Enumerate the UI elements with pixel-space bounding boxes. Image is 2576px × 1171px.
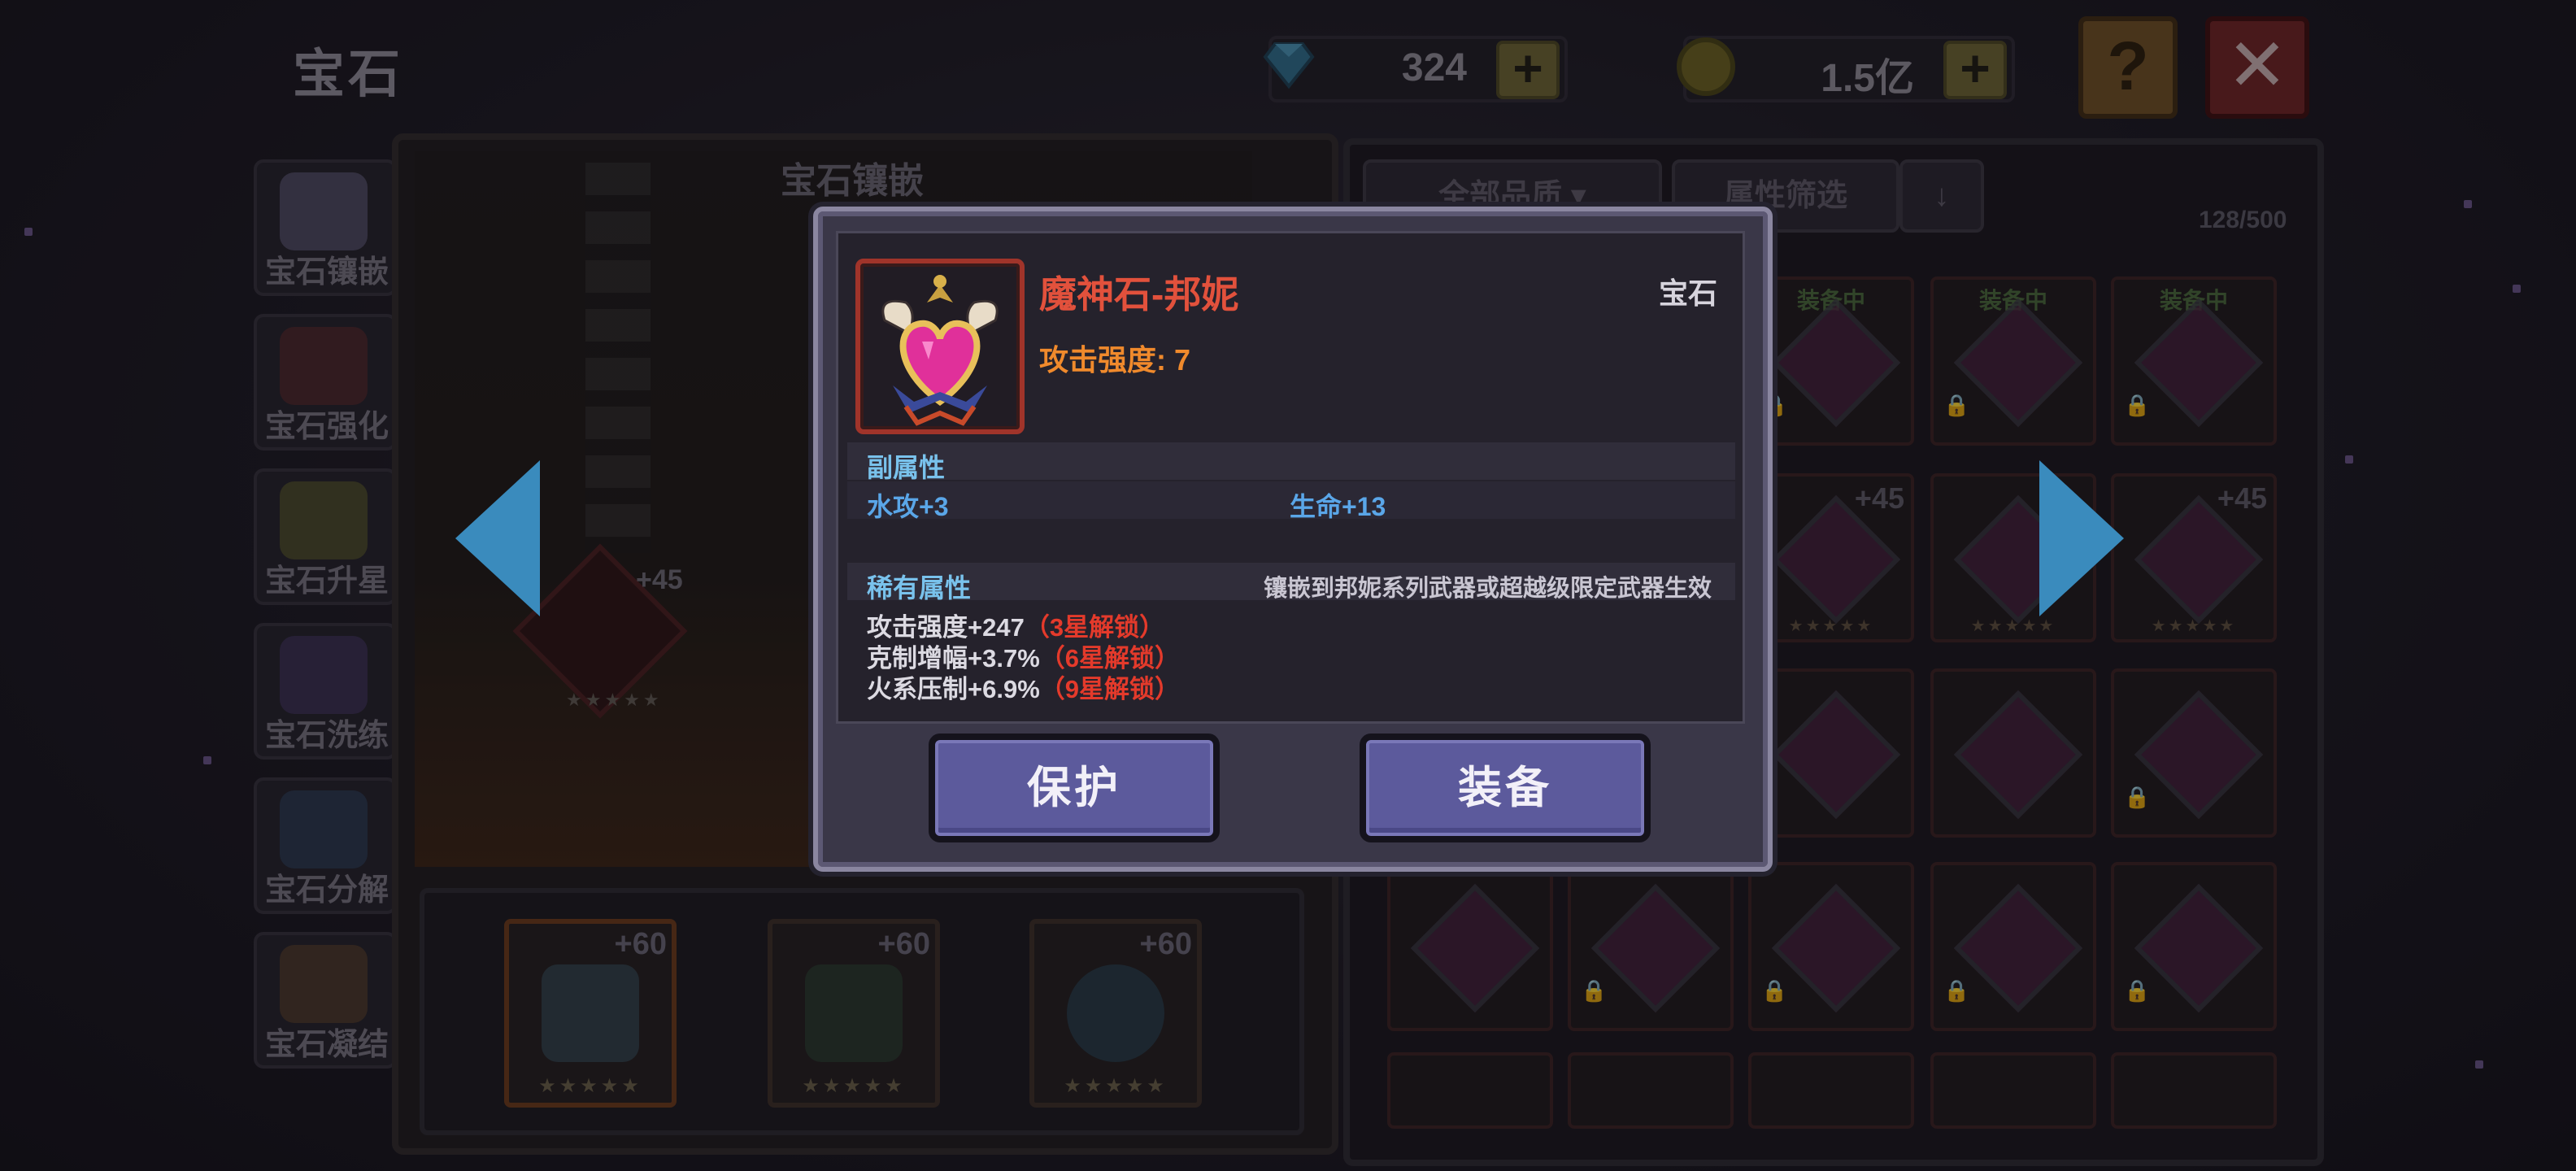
protect-button[interactable]: 保护 <box>929 734 1220 842</box>
sub-attr-water-attack: 水攻+3 <box>867 492 949 521</box>
right-arrow-icon[interactable] <box>2039 460 2124 616</box>
gem-type-label: 宝石 <box>1659 276 1718 310</box>
gem-name: 魔神石-邦妮 <box>1039 273 1239 316</box>
gem-portrait <box>855 259 1025 434</box>
sub-attr-header-bar <box>847 442 1735 480</box>
sub-attr-title: 副属性 <box>867 453 946 482</box>
left-arrow-icon[interactable] <box>455 460 540 616</box>
rare-attr-line: 火系压制+6.9%（9星解锁） <box>867 668 1180 705</box>
rare-attr-note: 镶嵌到邦妮系列武器或超越级限定武器生效 <box>1264 576 1712 602</box>
rare-attr-text: 火系压制+6.9% <box>867 675 1040 703</box>
rare-attr-unlock: （9星解锁） <box>1039 675 1181 703</box>
equip-button[interactable]: 装备 <box>1360 734 1651 842</box>
gem-attack-stat: 攻击强度: 7 <box>1039 343 1191 377</box>
rare-attr-title: 稀有属性 <box>867 573 972 603</box>
sub-attr-life: 生命+13 <box>1290 492 1386 521</box>
gem-heart-icon <box>881 275 999 426</box>
